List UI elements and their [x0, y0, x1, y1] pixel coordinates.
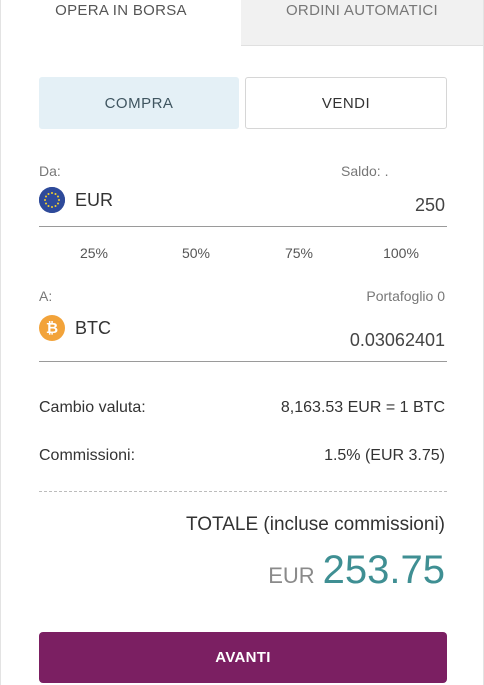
next-button[interactable]: AVANTI	[39, 632, 447, 683]
tab-label: ORDINI AUTOMATICI	[285, 2, 439, 19]
total-display: EUR 253.75	[268, 548, 445, 593]
tab-label: OPERA IN BORSA	[55, 2, 187, 19]
pct-100-button[interactable]: 100%	[361, 245, 441, 261]
fees-value: 1.5% (EUR 3.75)	[324, 447, 445, 464]
fees-label: Commissioni:	[39, 447, 136, 464]
tab-opera-in-borsa[interactable]: OPERA IN BORSA	[1, 0, 241, 46]
bitcoin-icon: ₿	[39, 315, 65, 341]
buy-button-label: COMPRA	[104, 94, 174, 112]
exchange-rate-value: 8,163.53 EUR = 1 BTC	[280, 399, 445, 416]
wallet-label: Portafoglio 0	[366, 288, 445, 304]
sell-button[interactable]: VENDI	[245, 77, 447, 129]
pct-50-button[interactable]: 50%	[156, 245, 236, 261]
tab-ordini-automatici[interactable]: ORDINI AUTOMATICI	[241, 0, 483, 46]
percentage-selector: 25% 50% 75% 100%	[39, 245, 447, 265]
from-label: Da:	[39, 163, 61, 179]
pct-25-button[interactable]: 25%	[54, 245, 134, 261]
to-amount-underline	[39, 361, 447, 362]
eur-flag-icon	[39, 187, 65, 213]
to-label: A:	[39, 288, 53, 304]
total-currency: EUR	[268, 563, 315, 588]
exchange-rate-label: Cambio valuta:	[39, 399, 146, 416]
sell-button-label: VENDI	[321, 94, 371, 112]
balance-label: Saldo: .	[341, 163, 389, 179]
buy-button[interactable]: COMPRA	[39, 77, 239, 129]
from-amount-input[interactable]	[245, 195, 445, 216]
trade-panel: OPERA IN BORSA ORDINI AUTOMATICI COMPRA …	[0, 0, 484, 685]
to-amount-input[interactable]	[245, 330, 445, 351]
to-currency-code: BTC	[75, 318, 111, 338]
from-amount-underline	[39, 226, 447, 227]
from-currency-code: EUR	[75, 190, 114, 210]
total-amount: 253.75	[322, 548, 445, 592]
divider	[39, 491, 447, 492]
tab-bar: OPERA IN BORSA ORDINI AUTOMATICI	[1, 0, 483, 46]
pct-75-button[interactable]: 75%	[259, 245, 339, 261]
total-label: TOTALE (incluse commissioni)	[185, 514, 445, 535]
